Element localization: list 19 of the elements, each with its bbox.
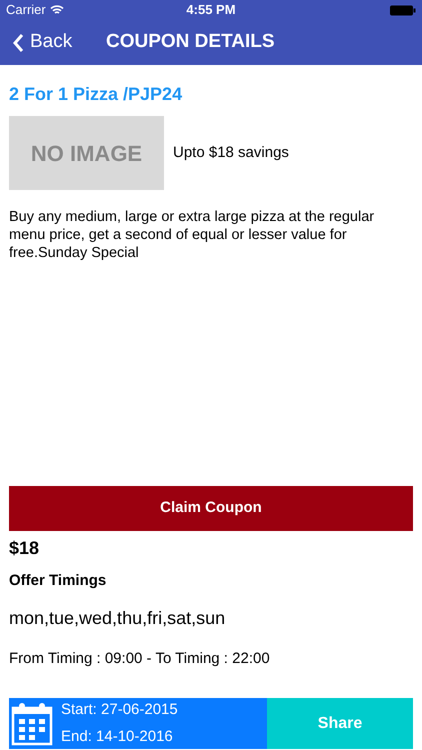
- claim-coupon-button[interactable]: Claim Coupon: [9, 486, 413, 531]
- carrier-label: Carrier: [6, 1, 46, 20]
- clock-time: 4:55 PM: [186, 1, 236, 20]
- start-date: Start: 27-06-2015: [61, 700, 178, 720]
- no-image-label: NO IMAGE: [30, 140, 142, 168]
- price-text: $18: [9, 537, 40, 560]
- back-button[interactable]: Back: [12, 28, 98, 57]
- hours-text: From Timing : 09:00 - To Timing : 22:00: [9, 648, 271, 668]
- battery-icon: [390, 4, 416, 16]
- wifi-icon: [50, 5, 64, 15]
- offer-timings-heading: Offer Timings: [9, 571, 108, 591]
- end-date: End: 14-10-2016: [61, 726, 174, 746]
- coupon-title: 2 For 1 Pizza /PJP24: [9, 83, 184, 106]
- savings-text: Upto $18 savings: [173, 142, 289, 163]
- chevron-left-icon: [12, 32, 24, 52]
- calendar-icon: [11, 702, 53, 746]
- days-text: mon,tue,wed,thu,fri,sat,sun: [9, 606, 226, 630]
- screen-title: COUPON DETAILS: [106, 30, 275, 54]
- description-text: Buy any medium, large or extra large pizza at the regular menu price, get a second of equal or lesser value for free.Sunday Special: [9, 208, 376, 262]
